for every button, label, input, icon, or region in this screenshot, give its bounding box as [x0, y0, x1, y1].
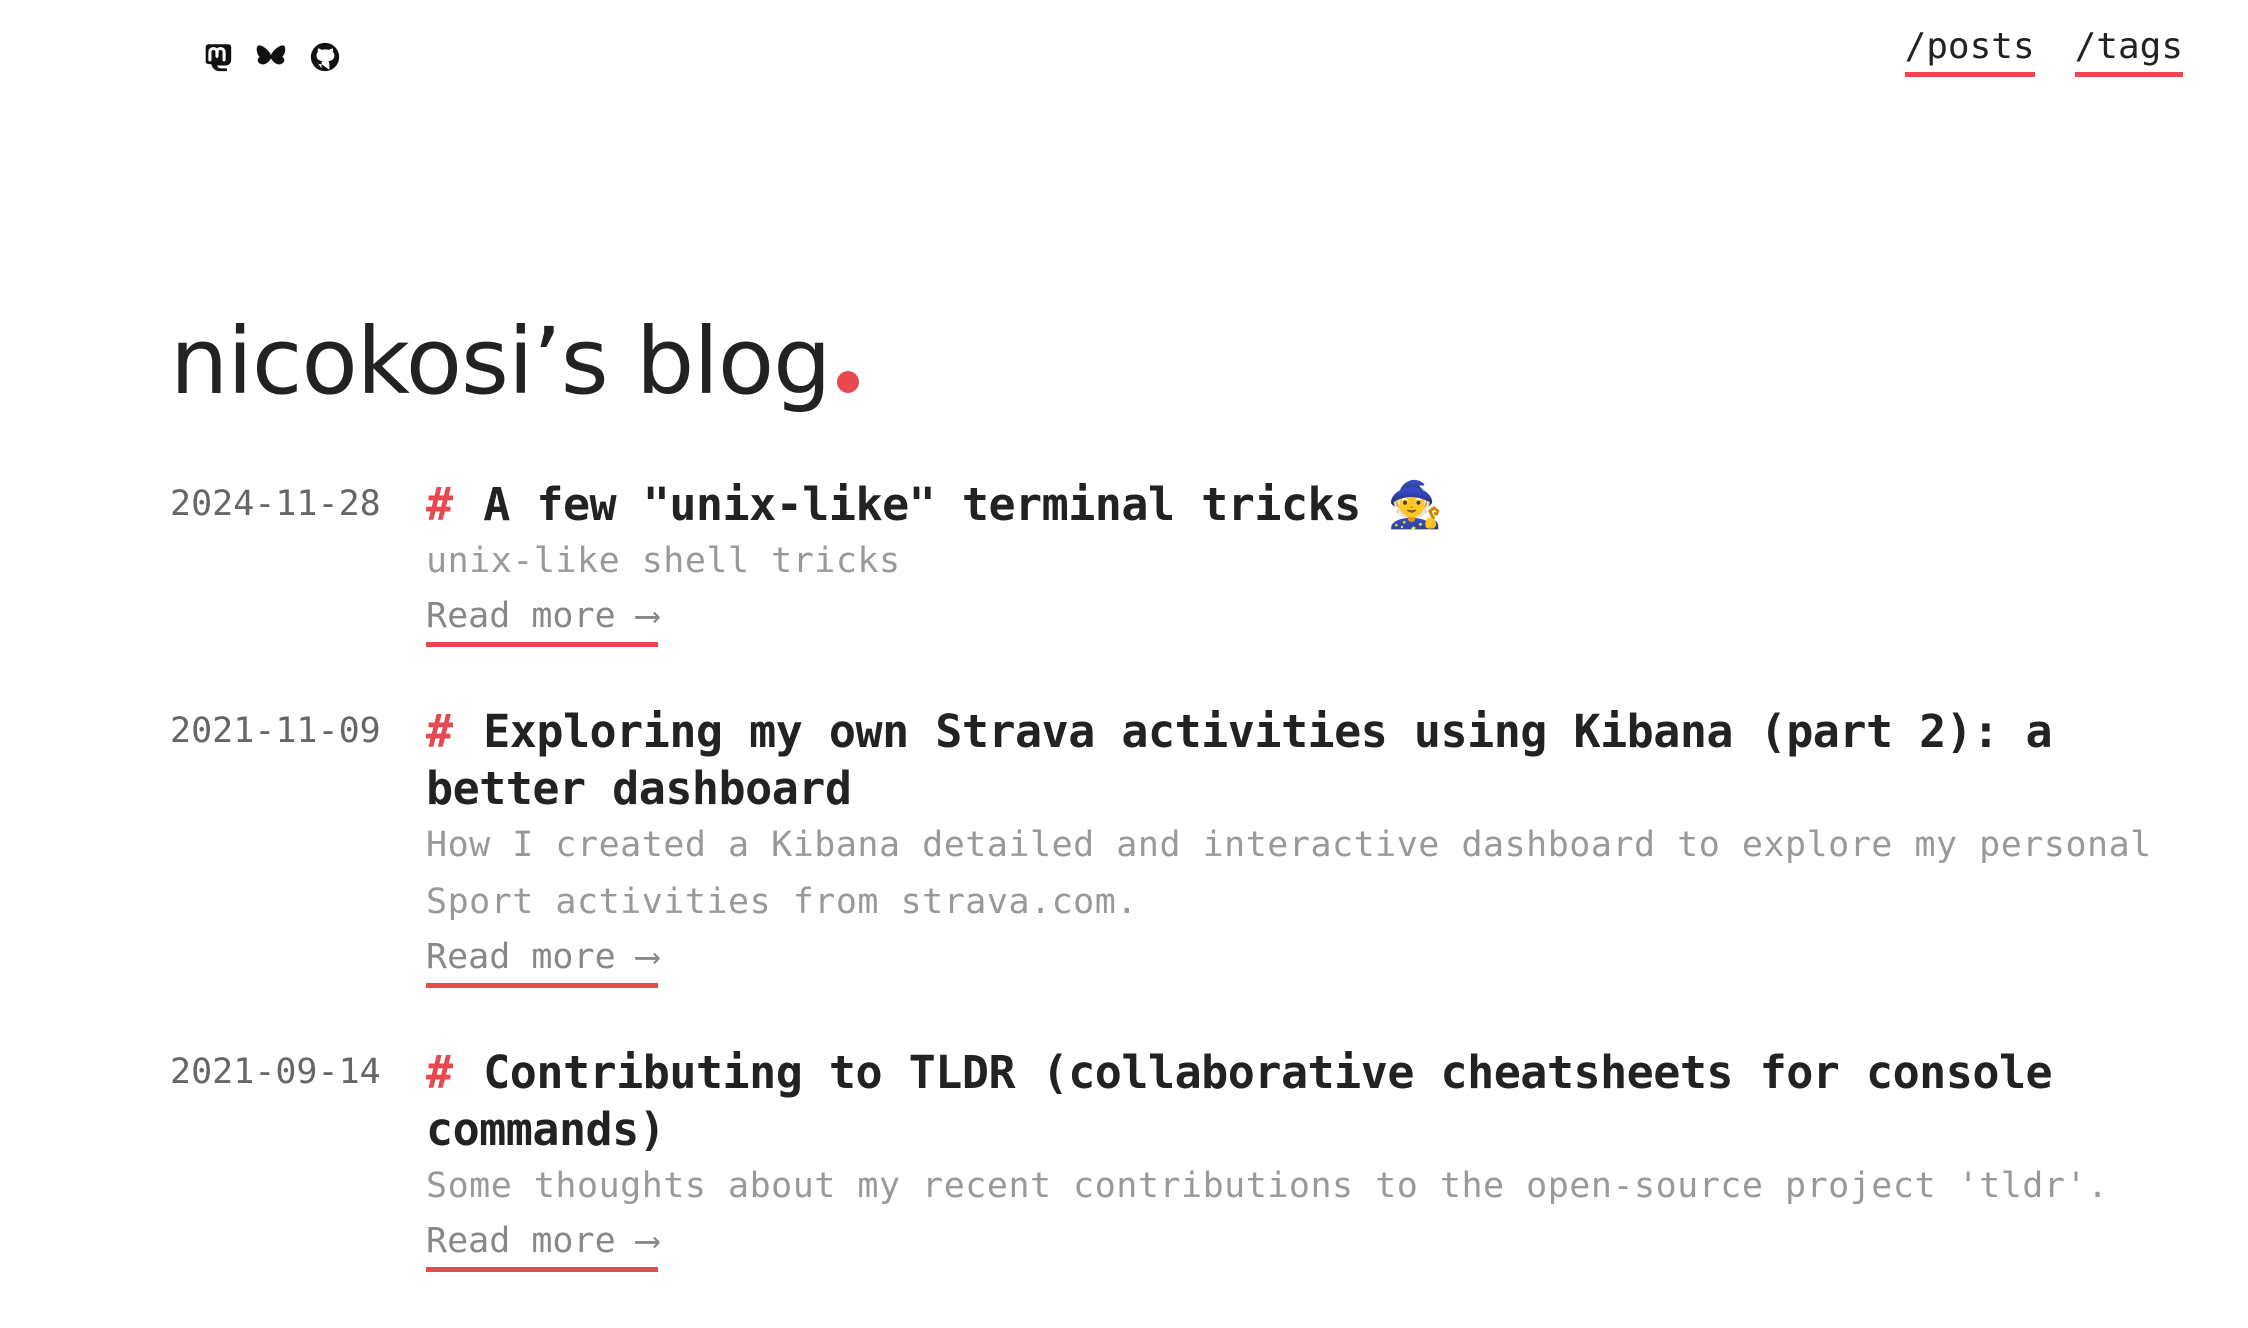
social-links — [200, 40, 342, 74]
nav-tags-link[interactable]: /tags — [2074, 24, 2183, 77]
post-hash: # — [426, 478, 453, 531]
nav-posts-link[interactable]: /posts — [1904, 24, 2035, 77]
read-more-link[interactable]: Read more ⟶ — [426, 931, 658, 988]
post-summary: How I created a Kibana detailed and inte… — [426, 825, 2152, 922]
post-summary: unix-like shell tricks — [426, 541, 901, 581]
post-list: 2024-11-28 # A few "unix-like" terminal … — [170, 476, 2190, 1328]
post-title-text[interactable]: A few "unix-like" terminal tricks 🧙 — [483, 478, 1443, 531]
site-title: nicokosi’s blog — [170, 302, 859, 422]
post-item: 2024-11-28 # A few "unix-like" terminal … — [170, 476, 2190, 647]
post-item: 2021-11-09 # Exploring my own Strava act… — [170, 703, 2190, 988]
site-title-text: nicokosi’s blog — [170, 308, 832, 415]
post-hash: # — [426, 1046, 453, 1099]
post-title[interactable]: # A few "unix-like" terminal tricks 🧙 — [426, 476, 2190, 533]
post-title-text[interactable]: Contributing to TLDR (collaborative chea… — [426, 1046, 2053, 1156]
post-item: 2021-09-14 # Contributing to TLDR (colla… — [170, 1044, 2190, 1272]
post-body: # A few "unix-like" terminal tricks 🧙 un… — [426, 476, 2190, 647]
post-summary: Some thoughts about my recent contributi… — [426, 1166, 2109, 1206]
post-title-text[interactable]: Exploring my own Strava activities using… — [426, 705, 2053, 815]
post-title[interactable]: # Contributing to TLDR (collaborative ch… — [426, 1044, 2190, 1158]
read-more-link[interactable]: Read more ⟶ — [426, 590, 658, 647]
mastodon-icon[interactable] — [200, 40, 234, 74]
title-dot — [836, 371, 859, 393]
github-icon[interactable] — [308, 40, 342, 74]
bluesky-icon[interactable] — [254, 40, 288, 74]
post-body: # Exploring my own Strava activities usi… — [426, 703, 2190, 988]
post-title[interactable]: # Exploring my own Strava activities usi… — [426, 703, 2190, 817]
post-date: 2021-11-09 — [170, 711, 381, 751]
post-date: 2024-11-28 — [170, 484, 381, 524]
post-date: 2021-09-14 — [170, 1052, 381, 1092]
post-hash: # — [426, 705, 453, 758]
read-more-link[interactable]: Read more ⟶ — [426, 1215, 658, 1272]
top-nav: /posts /tags — [1904, 24, 2183, 77]
post-body: # Contributing to TLDR (collaborative ch… — [426, 1044, 2190, 1272]
